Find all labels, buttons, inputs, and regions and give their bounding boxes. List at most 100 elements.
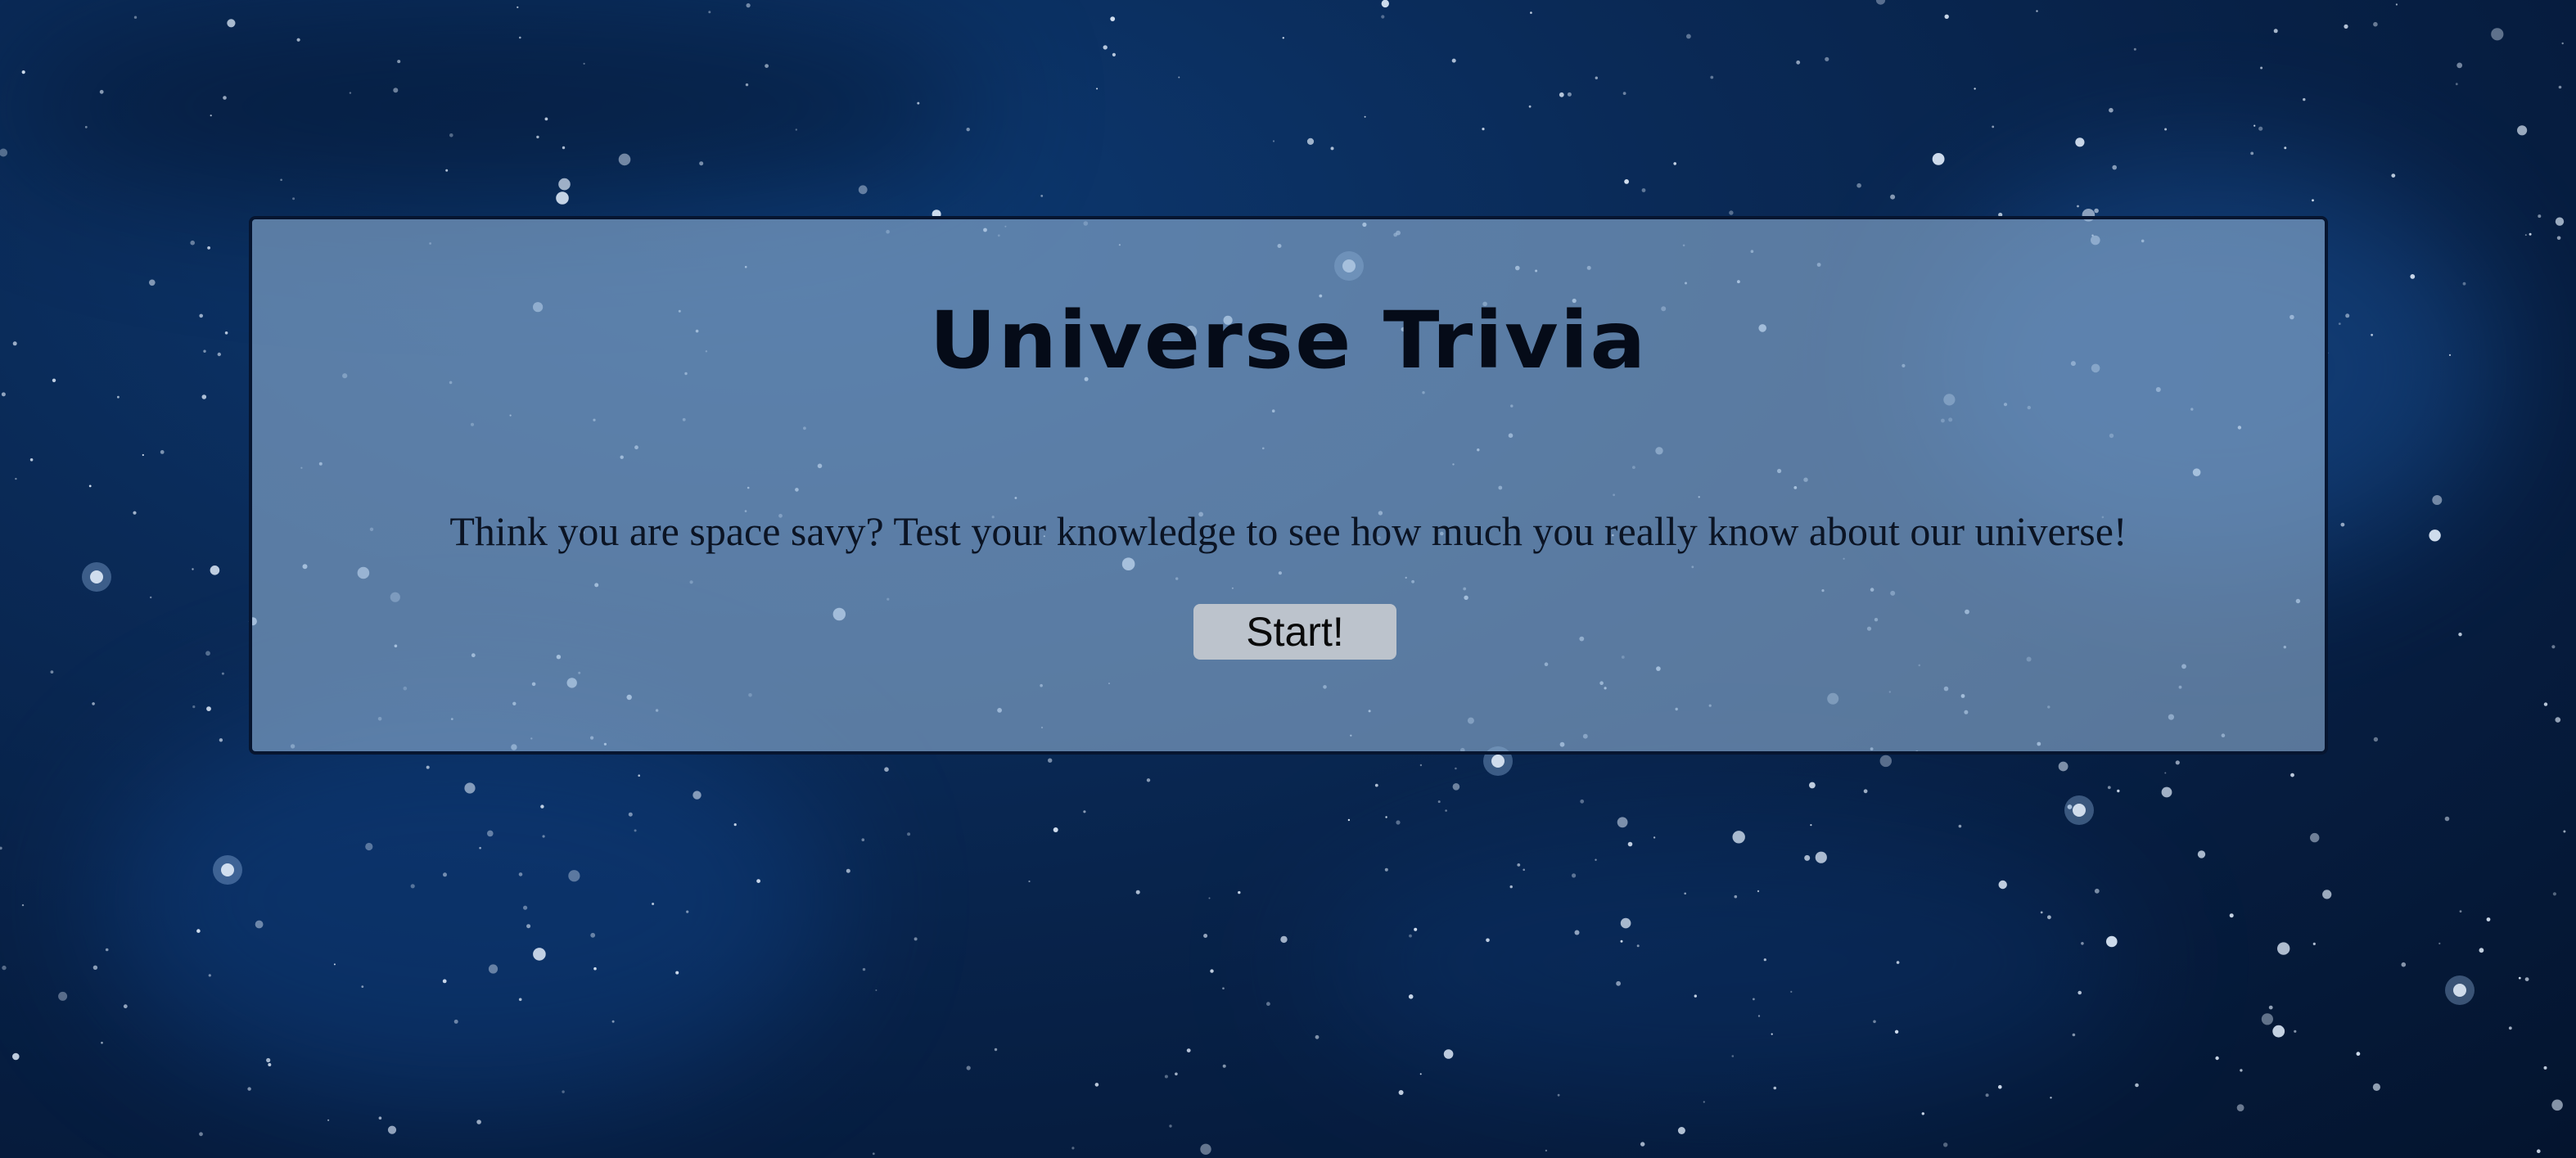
star [2240,1069,2243,1072]
star [733,823,737,827]
star [410,884,415,889]
star [2373,737,2379,742]
star [1210,969,1214,973]
star [29,458,34,462]
star [464,782,476,794]
star [756,879,760,883]
star [2277,942,2290,955]
star [196,929,201,933]
star [1094,1083,1099,1087]
star [1790,990,1793,993]
star [1306,137,1315,145]
star [2456,62,2463,69]
star [2458,633,2462,637]
star [2036,10,2038,12]
star [1763,958,1766,962]
star [21,903,25,907]
star [2112,164,2117,170]
star [92,965,98,971]
star [692,791,702,800]
star [2258,126,2263,131]
star [449,133,453,137]
star [445,169,449,172]
star [1559,92,1564,97]
star [1200,1143,1211,1156]
star [2229,913,2234,918]
star [2524,977,2529,981]
star [2273,29,2278,34]
star [2290,773,2294,777]
star [1272,140,1275,142]
star [1169,1124,1172,1128]
star [994,1048,998,1052]
star [58,991,68,1001]
star [1381,15,1385,19]
star [2551,1099,2563,1111]
star [1071,1147,1075,1150]
star [2401,962,2407,967]
star [333,963,336,966]
star [1409,934,1412,938]
star [2161,786,2172,798]
star [1771,1033,1773,1035]
star [966,128,970,132]
star [2047,915,2051,920]
star [2486,917,2491,921]
star [292,197,295,201]
star [206,706,211,711]
star [1282,37,1285,39]
star [1096,88,1099,90]
star [1729,210,1734,215]
star [1528,105,1532,108]
star [1620,917,1631,929]
star [1443,1049,1454,1059]
star [1998,1084,2002,1089]
star [2268,1005,2273,1010]
star [2537,1149,2541,1153]
star [1641,188,1646,192]
star [917,101,920,105]
star [1620,939,1623,943]
star [2215,1056,2219,1061]
star [2135,1083,2139,1088]
star [1523,868,1525,872]
star [1567,92,1572,97]
star [2432,495,2443,505]
star [1992,125,1995,128]
start-button[interactable]: Start! [1193,604,1396,660]
star [1455,767,1457,770]
star [11,1052,20,1061]
star [2164,772,2167,774]
star [133,511,137,515]
star [1530,11,1532,14]
star [1825,56,1829,61]
star [1164,1075,1168,1079]
star [966,1066,971,1070]
star [0,846,2,850]
star [628,812,633,817]
star [1627,841,1633,847]
star [105,948,109,952]
star [2094,888,2100,894]
star [117,395,120,399]
star [361,985,364,988]
star [1445,809,1447,812]
star [1266,1002,1270,1007]
star [1622,92,1626,95]
star [1396,820,1401,825]
star [2543,1066,2547,1070]
star [52,378,56,382]
star [247,1087,251,1091]
star [2438,942,2441,944]
star [846,868,850,873]
star [1943,1142,1948,1147]
star [2294,1030,2297,1033]
star [2543,702,2548,706]
star [2077,205,2079,208]
star [101,1041,103,1044]
star [1810,824,1812,827]
star [2529,232,2532,236]
star [1636,944,1640,948]
star [914,937,918,941]
star [795,128,797,131]
